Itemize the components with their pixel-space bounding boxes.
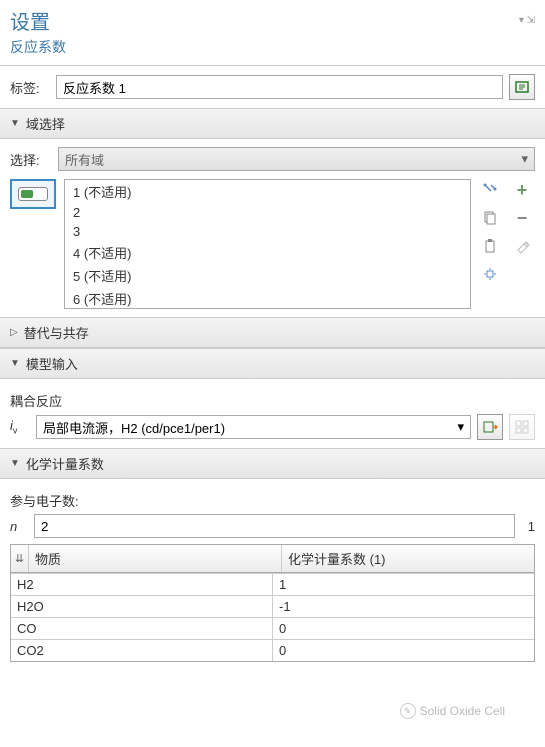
panel-title: 设置 — [10, 6, 50, 35]
caret-down-icon: ▼ — [10, 458, 20, 469]
caret-down-icon: ▼ — [10, 118, 20, 129]
list-item[interactable]: 6 (不适用) — [65, 287, 470, 309]
activate-selection-button[interactable] — [10, 179, 56, 209]
cell-species[interactable]: CO2 — [11, 640, 273, 661]
list-item[interactable]: 1 (不适用) — [65, 180, 470, 203]
caret-right-icon: ▷ — [10, 327, 18, 338]
select-linked-icon[interactable] — [479, 179, 501, 201]
clear-icon[interactable] — [511, 235, 533, 257]
cell-species[interactable]: H2 — [11, 574, 273, 595]
copy-icon[interactable] — [479, 207, 501, 229]
caret-down-icon: ▼ — [10, 358, 20, 369]
table-row[interactable]: CO2 0 — [11, 639, 534, 661]
cell-coef[interactable]: 0 — [273, 618, 534, 639]
cell-species[interactable]: CO — [11, 618, 273, 639]
list-item[interactable]: 2 — [65, 203, 470, 222]
section-model-input-label: 模型输入 — [26, 354, 78, 373]
column-species[interactable]: 物质 — [29, 545, 282, 572]
iv-symbol: iv — [10, 418, 30, 436]
cell-coef[interactable]: -1 — [273, 596, 534, 617]
add-icon[interactable]: + — [511, 179, 533, 201]
goto-link-button[interactable] — [477, 414, 503, 440]
table-corner[interactable]: ⇊ — [11, 545, 29, 572]
section-override-label: 替代与共存 — [24, 323, 89, 342]
section-domain-selection[interactable]: ▼ 域选择 — [0, 108, 545, 139]
selection-dropdown-value: 所有域 — [65, 150, 104, 169]
list-item[interactable]: 3 — [65, 222, 470, 241]
pin-controls[interactable]: ▾ ⇲ — [519, 15, 535, 26]
goto-source-button[interactable] — [509, 74, 535, 100]
selection-label: 选择: — [10, 150, 50, 169]
list-item[interactable]: 4 (不适用) — [65, 241, 470, 264]
section-model-input[interactable]: ▼ 模型输入 — [0, 348, 545, 379]
coupled-reaction-value: 局部电流源，H2 (cd/pce1/per1) — [43, 418, 225, 437]
section-stoichiometry-label: 化学计量系数 — [26, 454, 104, 473]
cell-coef[interactable]: 0 — [273, 640, 534, 661]
create-link-button[interactable] — [509, 414, 535, 440]
domain-listbox[interactable]: 1 (不适用) 2 3 4 (不适用) 5 (不适用) 6 (不适用) — [64, 179, 471, 309]
n-unit: 1 — [523, 519, 535, 534]
list-item[interactable]: 5 (不适用) — [65, 264, 470, 287]
stoichiometry-table: H2 1 H2O -1 CO 0 CO2 0 — [10, 573, 535, 662]
zoom-extents-icon[interactable] — [479, 263, 501, 285]
cell-species[interactable]: H2O — [11, 596, 273, 617]
paste-icon[interactable] — [479, 235, 501, 257]
cell-coef[interactable]: 1 — [273, 574, 534, 595]
section-domain-selection-label: 域选择 — [26, 114, 65, 133]
table-row[interactable]: H2O -1 — [11, 595, 534, 617]
panel-subtitle: 反应系数 — [0, 37, 545, 65]
n-input[interactable] — [34, 514, 515, 538]
watermark: ✎Solid Oxide Cell — [400, 703, 505, 719]
column-coefficient[interactable]: 化学计量系数 (1) — [282, 545, 534, 572]
section-stoichiometry[interactable]: ▼ 化学计量系数 — [0, 448, 545, 479]
n-symbol: n — [10, 519, 26, 534]
label-input[interactable] — [56, 75, 503, 99]
chevron-down-icon: ▾ — [457, 419, 464, 435]
electrons-label: 参与电子数: — [10, 487, 535, 514]
section-override[interactable]: ▷ 替代与共存 — [0, 317, 545, 348]
coupled-reaction-label: 耦合反应 — [10, 387, 535, 414]
selection-dropdown[interactable]: 所有域 ▾ — [58, 147, 535, 171]
label-field-label: 标签: — [10, 78, 50, 97]
table-row[interactable]: H2 1 — [11, 573, 534, 595]
remove-icon[interactable]: − — [511, 207, 533, 229]
table-row[interactable]: CO 0 — [11, 617, 534, 639]
coupled-reaction-dropdown[interactable]: 局部电流源，H2 (cd/pce1/per1) ▾ — [36, 415, 471, 439]
chevron-down-icon: ▾ — [521, 151, 528, 167]
